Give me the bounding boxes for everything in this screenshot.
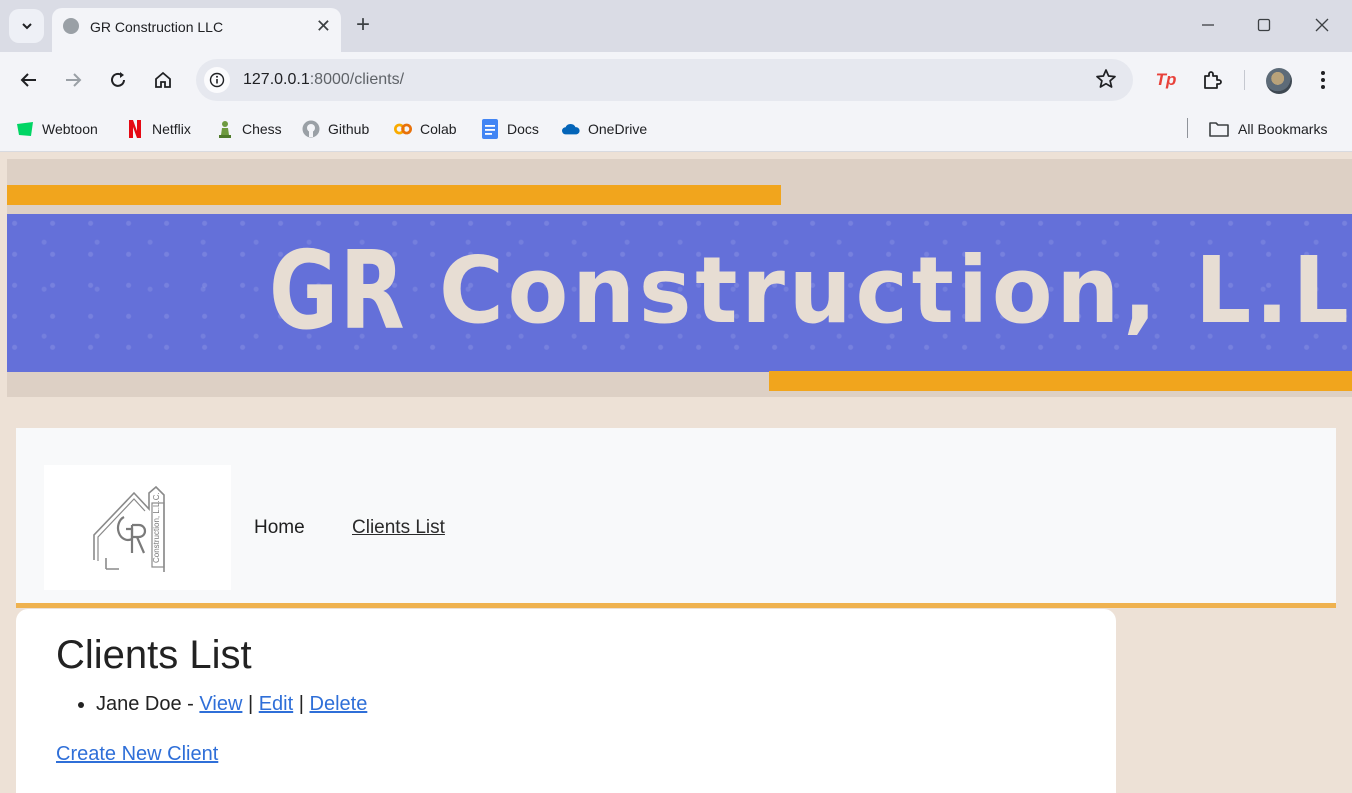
colab-icon <box>394 120 412 138</box>
link-divider: | <box>293 693 310 715</box>
chess-icon <box>216 120 234 138</box>
bookmark-star-icon[interactable] <box>1095 68 1117 95</box>
client-separator: - <box>181 693 200 715</box>
tab-title: GR Construction LLC <box>90 19 224 35</box>
reload-icon[interactable] <box>106 68 130 92</box>
back-arrow-icon[interactable] <box>17 68 41 92</box>
nav-home-link[interactable]: Home <box>254 517 305 539</box>
browser-titlebar: GR Construction LLC ✕ + <box>0 0 1352 52</box>
home-icon[interactable] <box>151 68 175 92</box>
address-bar[interactable]: 127.0.0.1:8000/clients/ <box>196 59 1133 101</box>
chevron-down-icon <box>21 23 32 30</box>
maximize-icon[interactable] <box>1253 14 1275 36</box>
house-logo-icon <box>93 485 165 572</box>
tp-extension-label: Tp <box>1155 70 1177 89</box>
bookmark-github[interactable]: Github <box>302 118 369 140</box>
bookmark-label: Github <box>328 121 370 137</box>
url-path: :8000/clients/ <box>309 71 405 88</box>
site-navbar: GR Construction, L.L.C. Home Clients Lis… <box>16 428 1336 608</box>
banner-orange-stripe-bottom <box>769 371 1352 391</box>
webtoon-icon <box>16 120 34 138</box>
bookmark-chess[interactable]: Chess <box>216 118 282 140</box>
extensions-puzzle-icon[interactable] <box>1200 68 1224 92</box>
forward-arrow-icon[interactable] <box>61 68 85 92</box>
view-client-link[interactable]: View <box>199 693 242 715</box>
web-page: GR Construction, L.L.C. GR Construction,… <box>0 153 1352 793</box>
banner-orange-stripe-top <box>7 185 781 205</box>
bookmark-label: Colab <box>420 121 457 137</box>
delete-client-link[interactable]: Delete <box>310 693 368 715</box>
tp-extension-icon[interactable]: Tp <box>1154 68 1178 92</box>
banner-company-name: Construction, L.L.C. <box>439 237 1352 344</box>
site-info-icon[interactable] <box>204 67 230 93</box>
bookmark-label: Chess <box>242 121 282 137</box>
bookmark-label: Webtoon <box>42 121 98 137</box>
bookmark-webtoon[interactable]: Webtoon <box>16 118 98 140</box>
browser-toolbar: 127.0.0.1:8000/clients/ Tp <box>0 52 1352 108</box>
edit-client-link[interactable]: Edit <box>259 693 293 715</box>
onedrive-icon <box>562 120 580 138</box>
bookmark-label: Docs <box>507 121 539 137</box>
more-menu-icon[interactable] <box>1311 68 1335 92</box>
bookmarks-bar: Webtoon Netflix Chess Github Colab Docs … <box>0 108 1352 152</box>
folder-icon <box>1208 120 1230 138</box>
toolbar-divider <box>1244 70 1245 90</box>
tab-search-button[interactable] <box>9 9 44 43</box>
url-host: 127.0.0.1 <box>243 71 310 88</box>
nav-clients-list-link[interactable]: Clients List <box>352 517 445 539</box>
profile-avatar[interactable] <box>1266 68 1292 94</box>
github-icon <box>302 120 320 138</box>
netflix-icon <box>126 120 144 138</box>
url-text[interactable]: 127.0.0.1:8000/clients/ <box>243 71 404 89</box>
list-item: Jane Doe - View | Edit | Delete <box>96 693 367 716</box>
bookmarks-divider <box>1187 118 1188 138</box>
new-tab-button[interactable]: + <box>356 13 370 37</box>
clients-list: Jane Doe - View | Edit | Delete <box>96 693 367 716</box>
close-tab-icon[interactable]: ✕ <box>316 16 331 36</box>
browser-tab[interactable]: GR Construction LLC ✕ <box>52 8 341 52</box>
logo-subtext: Construction, L.L.C. <box>152 492 161 563</box>
bookmark-label: Netflix <box>152 121 191 137</box>
close-window-icon[interactable] <box>1311 14 1333 36</box>
bookmark-docs[interactable]: Docs <box>481 118 539 140</box>
bookmark-onedrive[interactable]: OneDrive <box>562 118 647 140</box>
globe-icon <box>63 18 79 34</box>
bookmark-netflix[interactable]: Netflix <box>126 118 191 140</box>
link-divider: | <box>242 693 259 715</box>
page-title: Clients List <box>56 633 252 677</box>
docs-icon <box>481 119 499 139</box>
clients-card: Clients List Jane Doe - View | Edit | De… <box>16 609 1116 793</box>
all-bookmarks-label: All Bookmarks <box>1238 121 1328 137</box>
company-banner: GR Construction, L.L.C. <box>7 159 1352 397</box>
minimize-icon[interactable] <box>1197 14 1219 36</box>
create-new-client-link[interactable]: Create New Client <box>56 743 218 766</box>
banner-logo-letters: GR <box>269 229 407 354</box>
all-bookmarks-button[interactable]: All Bookmarks <box>1208 118 1327 140</box>
client-name: Jane Doe <box>96 693 182 715</box>
bookmark-colab[interactable]: Colab <box>394 118 457 140</box>
banner-title: GR Construction, L.L.C. <box>269 229 1352 354</box>
bookmark-label: OneDrive <box>588 121 648 137</box>
company-logo[interactable]: GR Construction, L.L.C. <box>44 465 231 590</box>
